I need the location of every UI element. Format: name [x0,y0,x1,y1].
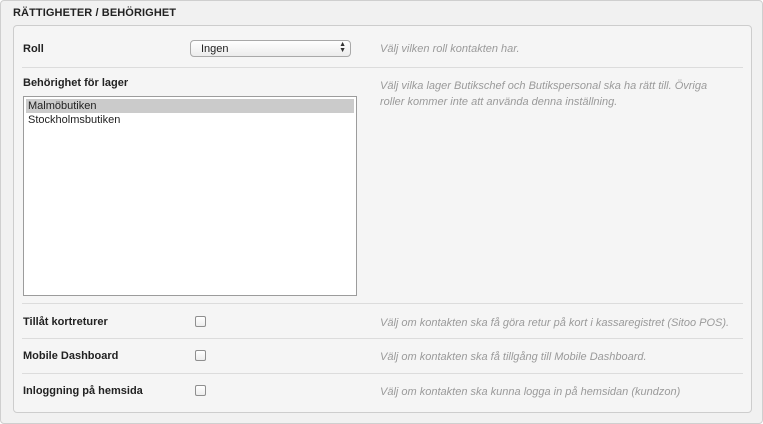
select-arrows-icon: ▲ ▼ [339,41,346,54]
warehouse-option[interactable]: Malmöbutiken [26,99,354,113]
mobile-dashboard-help: Välj om kontakten ska få tillgång till M… [380,351,647,363]
section-title: RÄTTIGHETER / BEHÖRIGHET [13,7,177,19]
role-row: Roll Ingen ▲ ▼ Välj vilken roll kontakten… [14,26,751,68]
website-login-checkbox[interactable] [195,385,206,396]
role-help: Välj vilken roll kontakten har. [380,43,520,55]
mobile-dashboard-label: Mobile Dashboard [23,350,119,362]
website-login-row: Inloggning på hemsida Välj om kontakten … [14,374,751,408]
role-select[interactable]: Ingen ▲ ▼ [190,40,351,57]
mobile-dashboard-row: Mobile Dashboard Välj om kontakten ska f… [14,339,751,373]
mobile-dashboard-checkbox[interactable] [195,350,206,361]
card-returns-row: Tillåt kortreturer Välj om kontakten ska… [14,304,751,338]
website-login-help: Välj om kontakten ska kunna logga in på … [380,386,681,398]
role-label: Roll [23,43,44,55]
permissions-fieldset: RÄTTIGHETER / BEHÖRIGHET Roll Ingen ▲ ▼ V… [0,0,763,424]
warehouse-label: Behörighet för lager [23,77,129,89]
card-returns-help: Välj om kontakten ska få göra retur på k… [380,317,730,329]
warehouse-listbox[interactable]: Malmöbutiken Stockholmsbutiken [23,96,357,296]
website-login-label: Inloggning på hemsida [23,385,143,397]
card-returns-label: Tillåt kortreturer [23,316,108,328]
permissions-panel: Roll Ingen ▲ ▼ Välj vilken roll kontakten… [13,25,752,413]
card-returns-checkbox[interactable] [195,316,206,327]
warehouse-help: Välj vilka lager Butikschef och Butikspe… [380,80,708,108]
warehouse-option[interactable]: Stockholmsbutiken [24,113,356,127]
role-select-value: Ingen [201,43,229,55]
